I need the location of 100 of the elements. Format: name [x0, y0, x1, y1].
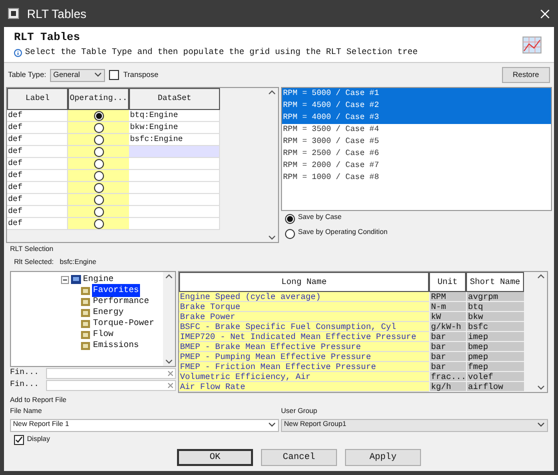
find-label: Fin...	[10, 379, 40, 391]
scroll-down-icon	[268, 234, 276, 242]
radio-button[interactable]	[94, 194, 104, 204]
scrollbar[interactable]	[535, 272, 547, 392]
window-title: RLT Tables	[27, 6, 86, 22]
table-cell: pmep	[466, 352, 524, 362]
table-cell: N-m	[429, 302, 466, 312]
tree-item[interactable]: Flow	[92, 328, 114, 341]
table-cell: bar	[429, 352, 466, 362]
clear-icon[interactable]	[168, 382, 173, 388]
checkbox[interactable]	[14, 435, 24, 445]
caret-icon	[94, 72, 102, 78]
table-cell: avgrpm	[466, 292, 524, 302]
scroll-up-icon	[268, 88, 276, 96]
radio-button[interactable]	[94, 110, 104, 120]
table-cell: bkw:Engine	[129, 122, 220, 134]
column-header[interactable]: Operating...	[68, 88, 129, 110]
dialog-button[interactable]: OK	[177, 449, 253, 466]
caret-icon	[537, 422, 545, 428]
table-cell: IMEP720 - Net Indicated Mean Effective Pressure	[179, 332, 429, 342]
table-cell: Brake Power	[179, 312, 429, 322]
scroll-up-icon	[165, 272, 173, 280]
radio-button[interactable]	[94, 122, 104, 132]
radio-button[interactable]	[94, 170, 104, 180]
table-cell: imep	[466, 332, 524, 342]
table-cell: Engine Speed (cycle average)	[179, 292, 429, 302]
table-cell: def	[7, 218, 68, 230]
radio-button[interactable]	[94, 206, 104, 216]
tree-item[interactable]: Torque-Power	[92, 317, 156, 330]
info-icon	[14, 48, 22, 57]
table-cell: bkw	[466, 312, 524, 322]
scroll-up-icon	[537, 272, 545, 280]
table-cell: def	[7, 146, 68, 158]
collapse-toggle[interactable]	[61, 276, 69, 284]
table-chart-icon	[522, 34, 544, 56]
app-icon	[8, 8, 19, 19]
case-item[interactable]: RPM = 1000 / Case #8	[282, 172, 551, 184]
table-cell: Brake Torque	[179, 302, 429, 312]
radio-button[interactable]	[94, 158, 104, 168]
tree-item[interactable]: Energy	[92, 306, 125, 319]
table-cell: def	[7, 170, 68, 182]
column-header[interactable]: Long Name	[179, 272, 429, 292]
caret-icon	[268, 422, 276, 428]
table-cell: bmep	[466, 342, 524, 352]
table-cell: bar	[429, 332, 466, 342]
table-cell: def	[7, 134, 68, 146]
table-cell: bsfc:Engine	[129, 134, 220, 146]
case-item[interactable]: RPM = 4500 / Case #2	[282, 100, 551, 112]
table-cell: airflow	[466, 382, 524, 392]
table-cell: def	[7, 110, 68, 122]
table-cell: Volumetric Efficiency, Air	[179, 372, 429, 382]
dialog-title: RLT Tables	[14, 30, 82, 46]
case-item[interactable]: RPM = 3000 / Case #5	[282, 136, 551, 148]
column-header[interactable]: Label	[7, 88, 68, 110]
table-cell: g/kW-h	[429, 322, 466, 332]
clear-icon[interactable]	[168, 370, 173, 376]
table-cell: btq	[466, 302, 524, 312]
find-field[interactable]	[46, 368, 176, 378]
instruction-text: Select the Table Type and then populate the grid using the RLT Selection tree	[25, 46, 418, 60]
tree-item[interactable]: Emissions	[92, 339, 140, 352]
tree-item[interactable]: Favorites	[92, 284, 140, 297]
radio-button[interactable]	[285, 228, 295, 238]
scrollbar[interactable]	[163, 272, 175, 366]
find-field[interactable]	[46, 380, 176, 390]
table-cell: def	[7, 206, 68, 218]
table-cell: bar	[429, 362, 466, 372]
dialog-button[interactable]: Cancel	[261, 449, 337, 466]
tree-item[interactable]: Performance	[92, 295, 150, 308]
find-label: Fin...	[10, 367, 40, 379]
table-cell: fmep	[466, 362, 524, 372]
radio-button[interactable]	[94, 182, 104, 192]
case-item[interactable]: RPM = 2500 / Case #6	[282, 148, 551, 160]
table-cell: def	[7, 158, 68, 170]
table-cell: def	[7, 194, 68, 206]
radio-button[interactable]	[94, 218, 104, 228]
table-cell: RPM	[429, 292, 466, 302]
close-icon[interactable]	[540, 8, 550, 18]
case-item[interactable]: RPM = 4000 / Case #3	[282, 112, 551, 124]
column-header[interactable]: DataSet	[129, 88, 220, 110]
tree-item[interactable]: Engine	[83, 273, 114, 286]
radio-button[interactable]	[285, 214, 295, 224]
table-cell: frac...	[429, 372, 466, 382]
table-cell: kW	[429, 312, 466, 322]
case-item[interactable]: RPM = 3500 / Case #4	[282, 124, 551, 136]
case-item[interactable]: RPM = 2000 / Case #7	[282, 160, 551, 172]
scrollbar[interactable]	[266, 88, 278, 242]
dialog-button[interactable]: Apply	[345, 449, 421, 466]
check-icon	[15, 436, 23, 444]
table-cell: volef	[466, 372, 524, 382]
column-header[interactable]: Short Name	[466, 272, 524, 292]
table-cell: bar	[429, 342, 466, 352]
minus-icon	[63, 278, 67, 282]
checkbox[interactable]	[109, 70, 120, 80]
radio-button[interactable]	[94, 134, 104, 144]
table-cell: kg/h	[429, 382, 466, 392]
table-cell: BSFC - Brake Specific Fuel Consumption, Cyl	[179, 322, 429, 332]
table-cell: BMEP - Brake Mean Effective Pressure	[179, 342, 429, 352]
case-item[interactable]: RPM = 5000 / Case #1	[282, 88, 551, 100]
radio-button[interactable]	[94, 146, 104, 156]
column-header[interactable]: Unit	[429, 272, 466, 292]
